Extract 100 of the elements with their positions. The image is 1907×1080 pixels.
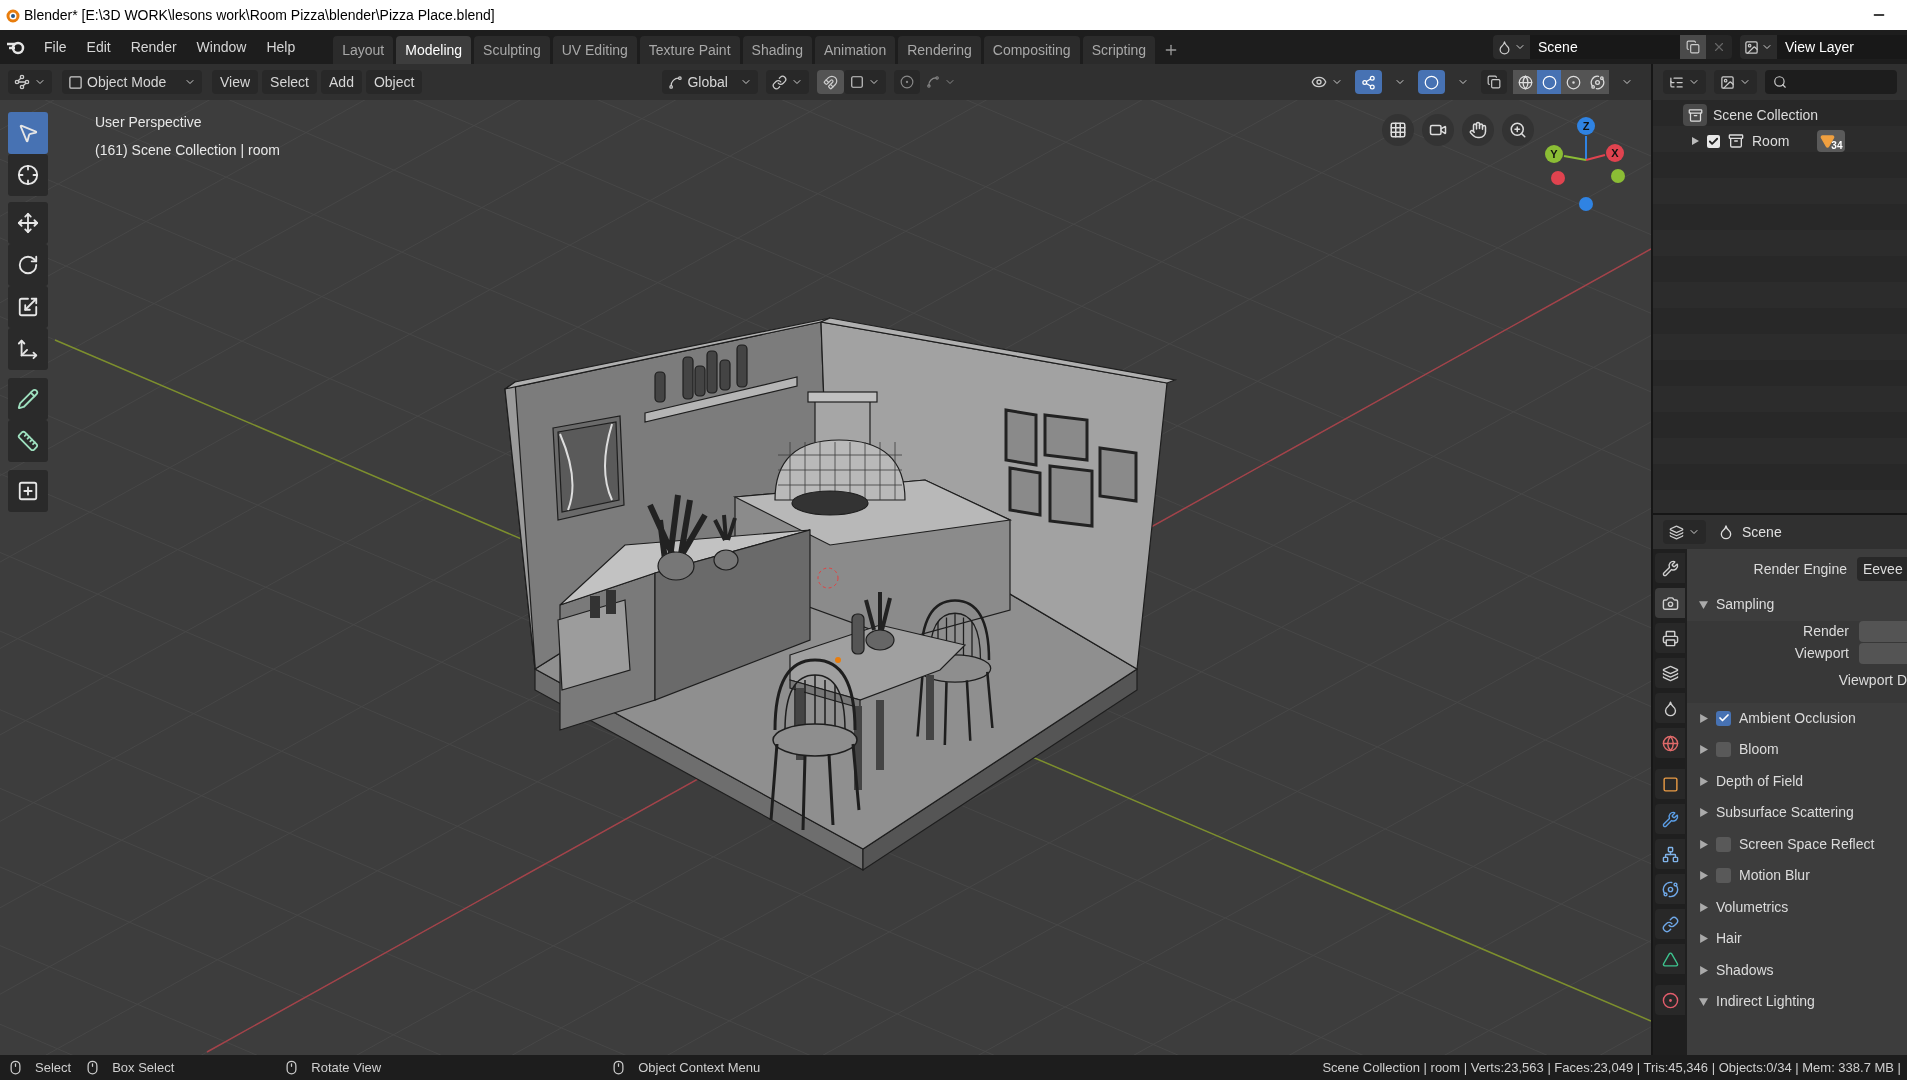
tree-item-label[interactable]: Room [1752,130,1790,152]
panel-header[interactable]: Shadows [1716,959,1774,981]
proportional-toggle[interactable] [894,70,921,94]
grid-button[interactable] [1382,114,1414,146]
properties-tab[interactable] [1655,985,1685,1015]
properties-tab[interactable] [1655,658,1685,688]
workspace-tab[interactable]: Layout [333,36,394,64]
disclosure-triangle-icon[interactable] [1699,600,1708,610]
disclosure-triangle-icon[interactable] [1699,934,1708,944]
scene-field[interactable]: Scene [1530,35,1680,59]
panel-header[interactable]: Motion Blur [1739,865,1810,887]
editor-type-button[interactable] [1663,520,1706,544]
tool-button[interactable] [8,378,48,420]
axis-gizmo-drawing[interactable] [1551,135,1625,211]
disclosure-triangle-icon[interactable] [1699,871,1708,881]
tool-button[interactable] [8,154,48,196]
disclosure-triangle-icon[interactable] [1699,902,1708,912]
blender-logo-icon[interactable] [6,39,26,55]
properties-tab[interactable] [1655,874,1685,904]
disclosure-triangle-icon[interactable] [1699,745,1708,755]
panel-header[interactable]: Volumetrics [1716,896,1789,918]
panel-header[interactable]: Bloom [1739,739,1779,761]
workspace-tab[interactable]: Texture Paint [639,36,740,64]
properties-tab[interactable] [1655,769,1685,799]
number-field[interactable] [1859,621,1907,642]
scene-browse-button[interactable] [1493,35,1530,59]
workspace-tab[interactable]: Modeling [396,36,472,64]
header-menu[interactable]: Select [262,70,317,94]
menu-item[interactable]: Window [186,33,257,61]
search-field[interactable] [1765,70,1897,94]
properties-tab[interactable] [1655,553,1685,583]
solid-shading-button[interactable] [1537,70,1561,94]
filter-dropdown[interactable] [1714,70,1757,94]
workspace-tab[interactable]: Animation [814,36,896,64]
workspace-tab[interactable]: Scripting [1082,36,1156,64]
workspace-tab[interactable]: UV Editing [552,36,637,64]
room-model-drawing[interactable] [504,317,1178,872]
axis-handle[interactable]: Y [1545,145,1563,163]
tool-button[interactable] [8,202,48,244]
zoom-button[interactable] [1502,114,1534,146]
mode-dropdown[interactable]: Object Mode [62,70,202,94]
disclosure-triangle-icon[interactable] [1699,808,1708,818]
view-layer-field[interactable]: View Layer [1777,35,1907,59]
properties-tab[interactable] [1655,623,1685,653]
tool-button[interactable] [8,420,48,462]
header-menu[interactable]: Add [321,70,362,94]
panel-header[interactable]: Ambient Occlusion [1739,707,1856,729]
copy-button[interactable] [1680,35,1706,59]
workspace-tab[interactable]: Rendering [898,36,981,64]
workspace-tab[interactable]: Compositing [983,36,1080,64]
panel-header[interactable]: Hair [1716,928,1742,950]
gizmo-toggle[interactable] [1355,70,1382,94]
wireframe-shading-button[interactable] [1513,70,1537,94]
disclosure-triangle-icon[interactable] [1699,713,1708,723]
header-menu[interactable]: View [212,70,259,94]
panel-header[interactable]: Subsurface Scattering [1716,802,1854,824]
axis-handle[interactable]: X [1606,144,1624,162]
menu-item[interactable]: Render [120,33,187,61]
header-menu[interactable]: Object [365,70,423,94]
close-button[interactable] [1706,35,1732,59]
number-field[interactable] [1859,643,1907,664]
disclosure-triangle-icon[interactable] [1699,965,1708,975]
xray-toggle[interactable] [1481,70,1507,94]
mesh-count-badge[interactable]: 34 [1817,130,1846,152]
material-shading-button[interactable] [1561,70,1585,94]
editor-type-button[interactable] [8,70,52,94]
properties-tab[interactable] [1655,804,1685,834]
menu-item[interactable]: Edit [76,33,121,61]
panel-header[interactable]: Indirect Lighting [1716,991,1815,1013]
disclosure-triangle-icon[interactable] [1699,839,1708,849]
properties-tab[interactable] [1655,728,1685,758]
menu-item[interactable]: File [34,33,77,61]
rendered-shading-button[interactable] [1585,70,1609,94]
hand-button[interactable] [1462,114,1494,146]
tool-button[interactable] [8,328,48,370]
axis-handle[interactable]: Z [1577,117,1595,135]
tool-button[interactable] [8,470,48,512]
view-layer-browse-button[interactable] [1740,35,1777,59]
properties-tab[interactable] [1655,588,1685,618]
snap-dropdown[interactable] [844,70,887,94]
panel-header[interactable]: Screen Space Reflect [1739,833,1875,855]
checkbox[interactable] [1716,868,1731,884]
pivot-dropdown[interactable] [766,70,810,94]
disclosure-triangle-icon[interactable] [1699,776,1708,786]
properties-tab[interactable] [1655,944,1685,974]
menu-item[interactable]: Help [256,33,306,61]
checkbox[interactable] [1716,742,1731,758]
checkbox[interactable] [1707,134,1720,148]
snap-toggle[interactable] [817,70,845,94]
overlay-toggle[interactable] [1418,70,1445,94]
display-mode-dropdown[interactable] [1663,70,1706,94]
orientation-dropdown[interactable]: Global [662,70,759,94]
properties-tab[interactable] [1655,839,1685,869]
tree-item-label[interactable]: Scene Collection [1713,104,1819,126]
disclosure-triangle-icon[interactable] [1699,997,1708,1007]
properties-tab[interactable] [1655,693,1685,723]
checkbox[interactable] [1716,710,1731,726]
expand-arrow-icon[interactable] [1691,137,1699,145]
panel-header[interactable]: Sampling [1716,594,1775,616]
panel-header[interactable]: Depth of Field [1716,770,1804,792]
